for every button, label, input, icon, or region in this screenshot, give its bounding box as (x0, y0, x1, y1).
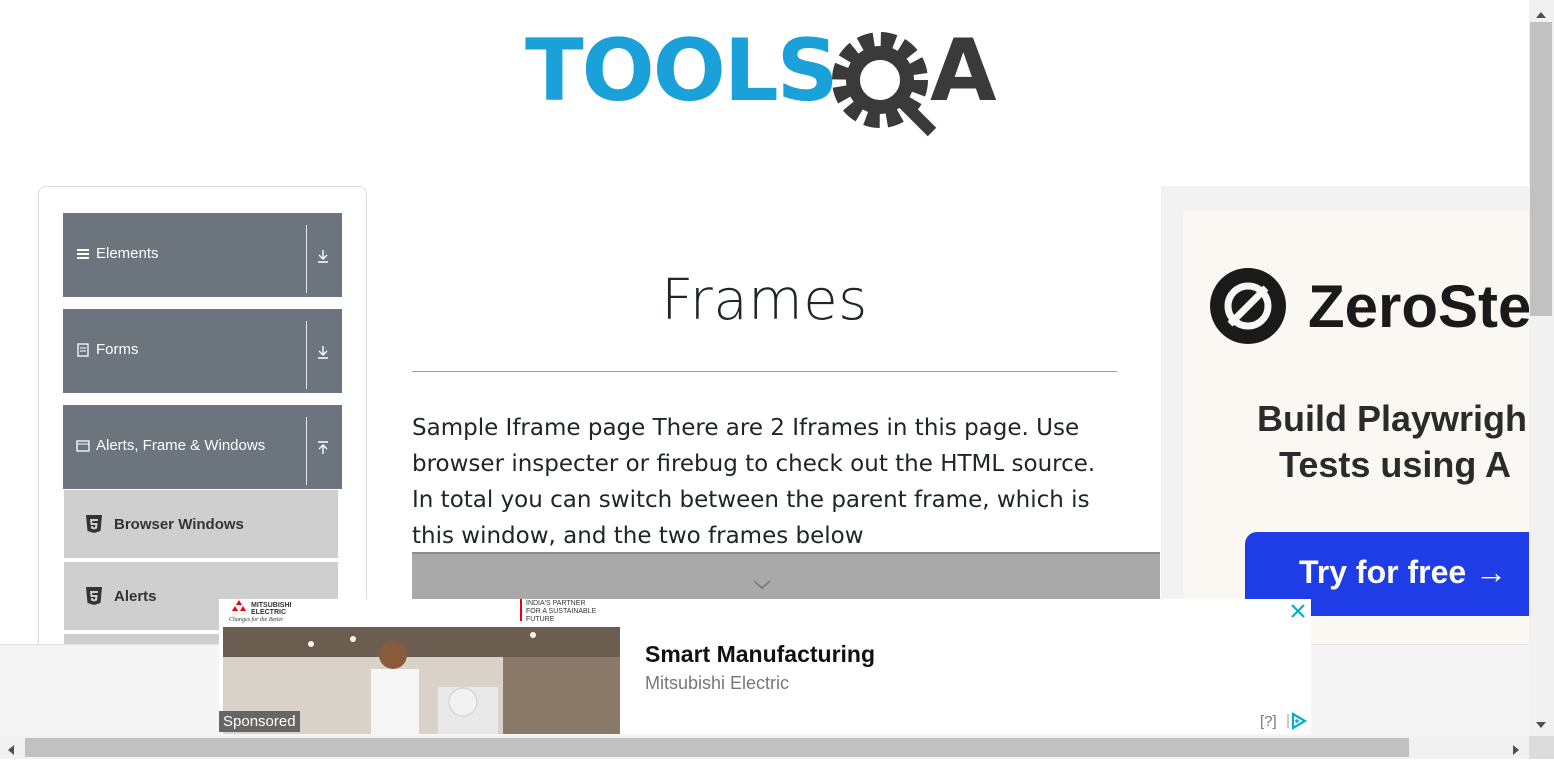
ad-headline[interactable]: Smart Manufacturing (645, 641, 875, 668)
group-label: Forms (96, 341, 139, 358)
horizontal-scroll-thumb[interactable] (25, 738, 1409, 757)
right-advertisement[interactable]: ZeroSte Build Playwrigh Tests using A Tr… (1161, 186, 1529, 644)
divider (306, 417, 307, 485)
scrollbar-corner (1529, 736, 1554, 759)
divider (306, 225, 307, 293)
group-label: Elements (96, 245, 159, 262)
svg-text:INDIA'S PARTNER: INDIA'S PARTNER (526, 600, 585, 607)
vertical-scroll-thumb[interactable] (1530, 22, 1552, 316)
chevron-down-icon (752, 578, 772, 592)
svg-text:TOOLS: TOOLS (525, 22, 837, 121)
page-description: Sample Iframe page There are 2 Iframes i… (412, 415, 1096, 549)
html5-icon (85, 586, 103, 606)
svg-text:MITSUBISHI: MITSUBISHI (251, 602, 292, 609)
close-icon[interactable] (1289, 602, 1307, 620)
group-elements[interactable]: Elements (63, 213, 342, 297)
sponsored-label: Sponsored (219, 711, 300, 732)
svg-text:A: A (930, 22, 997, 121)
ad-tagline-line: Build Playwrigh (1257, 398, 1528, 439)
upload-arrow-icon[interactable] (316, 441, 330, 455)
adchoices-icon[interactable] (1287, 712, 1309, 730)
scroll-down-icon[interactable] (1536, 716, 1546, 734)
sponsored-ad[interactable]: MITSUBISHI ELECTRIC Changes for the Bett… (219, 599, 1311, 734)
left-panel: Elements Forms Alerts, Frame & Windows B… (38, 186, 367, 658)
form-icon (76, 343, 90, 357)
title-divider (412, 371, 1117, 372)
horizontal-scrollbar[interactable] (0, 736, 1529, 759)
scroll-right-icon[interactable] (1512, 742, 1520, 760)
sidebar-item-browser-windows[interactable]: Browser Windows (64, 490, 338, 560)
window-icon (76, 439, 90, 453)
svg-text:ELECTRIC: ELECTRIC (251, 609, 286, 616)
ad-tagline: Build Playwrigh Tests using A (1257, 396, 1529, 488)
html5-icon (85, 514, 103, 534)
svg-text:Changes for the Better: Changes for the Better (229, 616, 284, 623)
toolsqa-logo[interactable]: TOOLS A (525, 21, 1015, 137)
svg-text:FOR A SUSTAINABLE: FOR A SUSTAINABLE (526, 608, 597, 615)
divider (306, 321, 307, 389)
group-label: Alerts, Frame & Windows (96, 437, 266, 454)
page-title: Frames (661, 268, 868, 333)
zerostep-logo-icon (1208, 266, 1288, 346)
svg-text:FUTURE: FUTURE (526, 616, 555, 623)
scroll-left-icon[interactable] (7, 742, 15, 760)
iframe-container[interactable] (412, 552, 1160, 600)
mitsubishi-logo: MITSUBISHI ELECTRIC Changes for the Bett… (223, 599, 623, 625)
download-arrow-icon[interactable] (316, 345, 330, 359)
group-alerts-frame-windows[interactable]: Alerts, Frame & Windows (63, 405, 342, 489)
vertical-scrollbar[interactable] (1529, 0, 1554, 736)
ad-source: Mitsubishi Electric (645, 673, 790, 693)
download-arrow-icon[interactable] (316, 249, 330, 263)
ad-tagline-line: Tests using A (1279, 444, 1512, 485)
ad-help-link[interactable]: [?] (1260, 713, 1277, 730)
sidebar-item-label: Browser Windows (114, 516, 244, 533)
sidebar-item-label: Alerts (114, 588, 157, 605)
ad-brand-name: ZeroSte (1308, 273, 1529, 340)
menu-icon (76, 247, 90, 261)
group-forms[interactable]: Forms (63, 309, 342, 393)
